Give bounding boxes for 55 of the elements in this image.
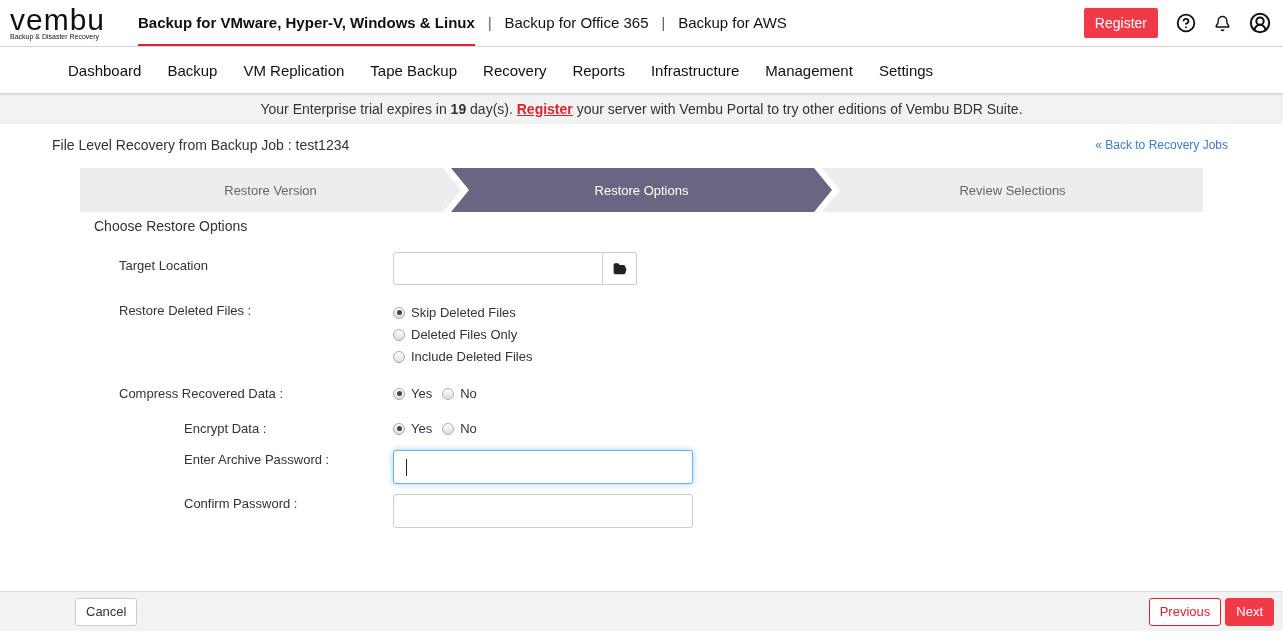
- radio-button[interactable]: [442, 422, 455, 435]
- register-button[interactable]: Register: [1083, 8, 1158, 38]
- radio-button[interactable]: [393, 306, 405, 319]
- next-button[interactable]: Next: [1225, 597, 1274, 626]
- nav-item[interactable]: Reports: [572, 61, 625, 79]
- password-field[interactable]: [393, 494, 693, 528]
- field-label: Encrypt Data :: [184, 421, 268, 436]
- nav-item[interactable]: Recovery: [483, 61, 547, 79]
- radio-button[interactable]: [393, 328, 405, 341]
- nav-item[interactable]: Settings: [878, 61, 934, 79]
- radio-button[interactable]: [393, 350, 405, 363]
- back-link[interactable]: « Back to Recovery Jobs: [1095, 138, 1228, 152]
- product-tab[interactable]: Backup for AWS: [678, 0, 787, 46]
- trial-notice: Your Enterprise trial expires in 19 day(s). Register your server with Vembu Portal to try other editions of Vembu BDR Suite.: [260, 100, 1023, 117]
- field-label: Enter Archive Password :: [184, 451, 331, 469]
- nav-item[interactable]: Infrastructure: [650, 61, 740, 79]
- help-icon[interactable]: [1176, 13, 1196, 33]
- cancel-button[interactable]: Cancel: [75, 597, 138, 626]
- radio-button[interactable]: [393, 387, 405, 400]
- radio-option[interactable]: Include Deleted Files: [393, 349, 1283, 364]
- password-field[interactable]: [393, 450, 693, 484]
- wizard-step[interactable]: Review Selections: [822, 168, 1203, 212]
- nav-item[interactable]: Backup: [167, 61, 218, 79]
- wizard-step[interactable]: Restore Options: [451, 168, 832, 212]
- target-location-field[interactable]: [393, 252, 603, 285]
- folder-icon: [612, 261, 627, 276]
- radio-option[interactable]: Skip Deleted Files: [393, 305, 1283, 320]
- radio-option[interactable]: Yes: [393, 421, 433, 436]
- product-tab[interactable]: Backup for Office 365: [504, 0, 649, 46]
- separator: |: [661, 14, 666, 33]
- separator: |: [487, 14, 492, 33]
- radio-option[interactable]: No: [442, 386, 477, 401]
- nav-item[interactable]: Management: [765, 61, 853, 79]
- radio-option[interactable]: Yes: [393, 386, 433, 401]
- section-title: Choose Restore Options: [93, 217, 249, 236]
- field-label: Compress Recovered Data :: [119, 386, 284, 401]
- field-label: Target Location: [119, 257, 209, 275]
- radio-button[interactable]: [393, 422, 405, 435]
- nav-item[interactable]: Dashboard: [68, 61, 142, 79]
- page-title: File Level Recovery from Backup Job : test1234: [52, 137, 350, 153]
- notification-bell-icon[interactable]: [1214, 14, 1231, 32]
- product-tab[interactable]: Backup for VMware, Hyper-V, Windows & Linux: [138, 0, 475, 46]
- radio-option[interactable]: No: [442, 421, 477, 436]
- radio-button[interactable]: [442, 387, 455, 400]
- register-link[interactable]: Register: [516, 100, 573, 117]
- nav-item[interactable]: VM Replication: [243, 61, 345, 79]
- wizard-step[interactable]: Restore Version: [80, 168, 461, 212]
- nav-item[interactable]: Tape Backup: [370, 61, 458, 79]
- user-avatar-icon[interactable]: [1249, 12, 1271, 34]
- previous-button[interactable]: Previous: [1148, 597, 1222, 626]
- field-label: Restore Deleted Files :: [119, 303, 253, 320]
- field-label: Confirm Password :: [184, 495, 299, 513]
- text-cursor: [406, 459, 407, 476]
- radio-option[interactable]: Deleted Files Only: [393, 327, 1283, 342]
- browse-button[interactable]: [603, 252, 637, 285]
